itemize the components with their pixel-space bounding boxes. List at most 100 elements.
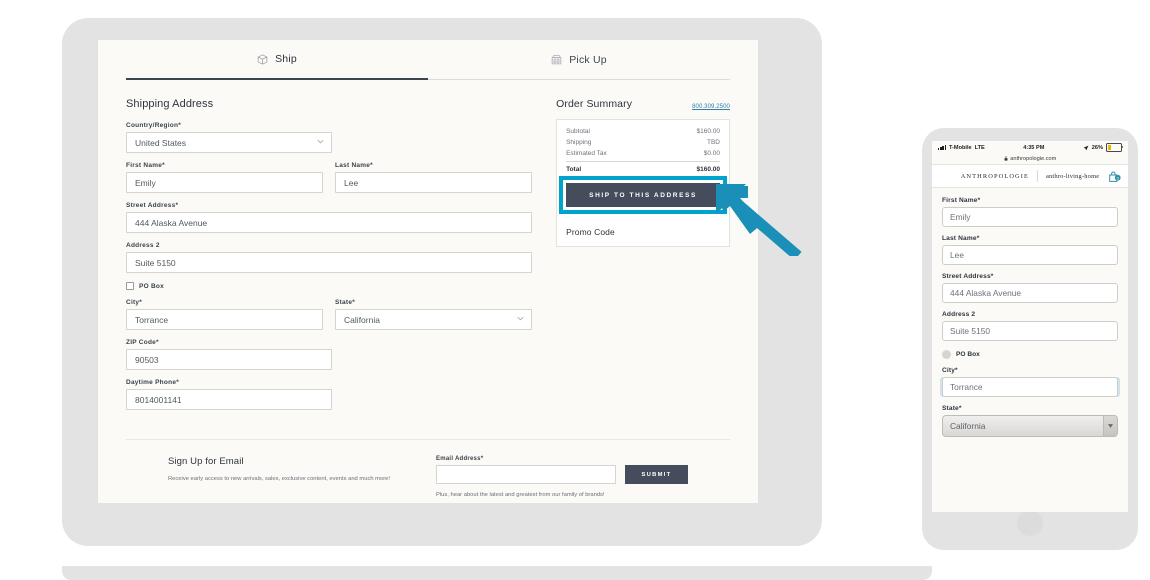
subtotal-label: Subtotal <box>566 128 590 135</box>
last-name-label: Last Name* <box>335 162 373 169</box>
order-summary-title: Order Summary <box>556 98 633 110</box>
state-select[interactable] <box>335 309 533 330</box>
signup-title: Sign Up for Email <box>168 456 244 467</box>
total-value: $160.00 <box>696 166 721 173</box>
phone-field-first-name: First Name* <box>942 197 1118 227</box>
street-address-input[interactable] <box>126 212 533 233</box>
field-country: Country/Region* <box>126 122 532 153</box>
submit-button[interactable]: SUBMIT <box>625 465 688 484</box>
package-icon <box>257 53 268 65</box>
fulfillment-tabs: Ship Pick Up <box>126 48 730 80</box>
status-left: T-Mobile LTE <box>938 145 985 151</box>
field-first-name: First Name* <box>126 162 324 193</box>
phone-first-name-label: First Name* <box>942 197 981 204</box>
phone-po-box-row[interactable]: PO Box <box>942 350 1118 359</box>
cart-button[interactable]: 0 <box>1108 170 1121 188</box>
state-label: State* <box>335 299 355 306</box>
zip-code-label: ZIP Code* <box>126 339 159 346</box>
phone-street-address-input[interactable] <box>942 283 1118 303</box>
po-box-checkbox[interactable] <box>126 282 134 290</box>
signup-form: Email Address* SUBMIT Plus, hear about t… <box>436 456 688 503</box>
phone-po-box-label: PO Box <box>956 351 980 358</box>
phone-po-box-toggle[interactable] <box>942 350 951 359</box>
lock-icon <box>1004 156 1008 161</box>
last-name-input[interactable] <box>335 172 533 193</box>
phone-first-name-input[interactable] <box>942 207 1118 227</box>
field-last-name: Last Name* <box>335 162 533 193</box>
phone-field-city: City* <box>942 367 1118 397</box>
phone-url-bar[interactable]: anthropologie.com <box>932 153 1128 164</box>
signup-plus-text: Plus, hear about the latest and greatest… <box>436 492 605 498</box>
promo-code-label[interactable]: Promo Code <box>566 227 720 237</box>
summary-line-total: Total $160.00 <box>566 161 720 173</box>
field-city: City* <box>126 299 324 330</box>
name-row: First Name* Last Name* <box>126 162 533 202</box>
field-zip-code: ZIP Code* <box>126 339 532 370</box>
laptop-screen: Ship Pick Up Shipping Address Country/Re… <box>98 40 758 503</box>
tab-ship[interactable]: Ship <box>126 48 428 80</box>
phone-city-label: City* <box>942 367 958 374</box>
first-name-label: First Name* <box>126 162 165 169</box>
ship-button-container: SHIP TO THIS ADDRESS <box>559 176 727 214</box>
signup-body: Receive early access to new arrivals, sa… <box>168 476 390 482</box>
battery-percent: 26% <box>1091 144 1103 151</box>
carrier-label: T-Mobile <box>948 144 972 151</box>
phone-state-value: California <box>950 421 986 431</box>
battery-icon <box>1105 143 1123 152</box>
email-input-row: SUBMIT <box>436 465 688 484</box>
storefront-icon <box>551 55 562 65</box>
order-summary-header: Order Summary 800.309.2500 <box>556 98 730 110</box>
pointer-arrow <box>716 184 802 256</box>
signup-copy: Sign Up for Email Receive early access t… <box>168 456 406 503</box>
daytime-phone-input[interactable] <box>126 389 332 410</box>
zip-code-input[interactable] <box>126 349 332 370</box>
brand-anthro-living-home[interactable]: anthro-living-home <box>1046 173 1099 180</box>
status-right: 26% <box>1083 143 1123 152</box>
shipping-address-title: Shipping Address <box>126 98 214 110</box>
email-address-label: Email Address* <box>436 456 484 462</box>
phone-home-button[interactable] <box>1017 510 1043 536</box>
email-input[interactable] <box>436 465 616 484</box>
city-state-row: City* State* <box>126 299 533 339</box>
phone-address2-input[interactable] <box>942 321 1118 341</box>
customer-service-phone-link[interactable]: 800.309.2500 <box>692 104 730 110</box>
order-summary-panel: Order Summary 800.309.2500 Subtotal $160… <box>556 98 730 419</box>
url-text: anthropologie.com <box>1010 155 1057 162</box>
address2-input[interactable] <box>126 252 533 273</box>
phone-site-header: ANTHROPOLOGIE anthro-living-home 0 <box>932 164 1128 188</box>
subtotal-value: $160.00 <box>696 128 721 135</box>
first-name-input[interactable] <box>126 172 324 193</box>
address2-label: Address 2 <box>126 242 160 249</box>
city-label: City* <box>126 299 143 306</box>
phone-last-name-input[interactable] <box>942 245 1118 265</box>
phone-address2-label: Address 2 <box>942 311 976 318</box>
field-street-address: Street Address* <box>126 202 533 233</box>
country-select-wrap[interactable] <box>126 132 332 153</box>
shopping-bag-icon: 0 <box>1109 171 1121 182</box>
brand-anthropologie[interactable]: ANTHROPOLOGIE <box>961 173 1029 180</box>
phone-state-label: State* <box>942 405 962 412</box>
phone-shipping-form: First Name* Last Name* Street Address* A… <box>932 188 1128 437</box>
state-select-wrap[interactable] <box>335 309 533 330</box>
city-input[interactable] <box>126 309 324 330</box>
po-box-label: PO Box <box>139 282 164 290</box>
tab-pickup[interactable]: Pick Up <box>428 48 730 80</box>
phone-field-last-name: Last Name* <box>942 235 1118 265</box>
shipping-value: TBD <box>707 139 720 146</box>
tax-label: Estimated Tax <box>566 150 607 157</box>
country-label: Country/Region* <box>126 122 182 129</box>
phone-state-dropdown-arrow <box>1103 416 1117 436</box>
location-arrow-icon <box>1083 145 1089 150</box>
ship-to-this-address-button[interactable]: SHIP TO THIS ADDRESS <box>566 183 720 207</box>
email-signup-section: Sign Up for Email Receive early access t… <box>126 439 730 503</box>
phone-city-input[interactable] <box>942 377 1118 397</box>
field-address2: Address 2 <box>126 242 533 273</box>
po-box-row[interactable]: PO Box <box>126 282 532 290</box>
summary-line-subtotal: Subtotal $160.00 <box>566 128 720 135</box>
phone-state-select[interactable]: California <box>942 415 1118 437</box>
phone-last-name-label: Last Name* <box>942 235 980 242</box>
brand-divider <box>1036 170 1038 182</box>
country-select[interactable] <box>126 132 332 153</box>
screenshot-stage: Ship Pick Up Shipping Address Country/Re… <box>0 0 1150 580</box>
daytime-phone-label: Daytime Phone* <box>126 379 179 386</box>
